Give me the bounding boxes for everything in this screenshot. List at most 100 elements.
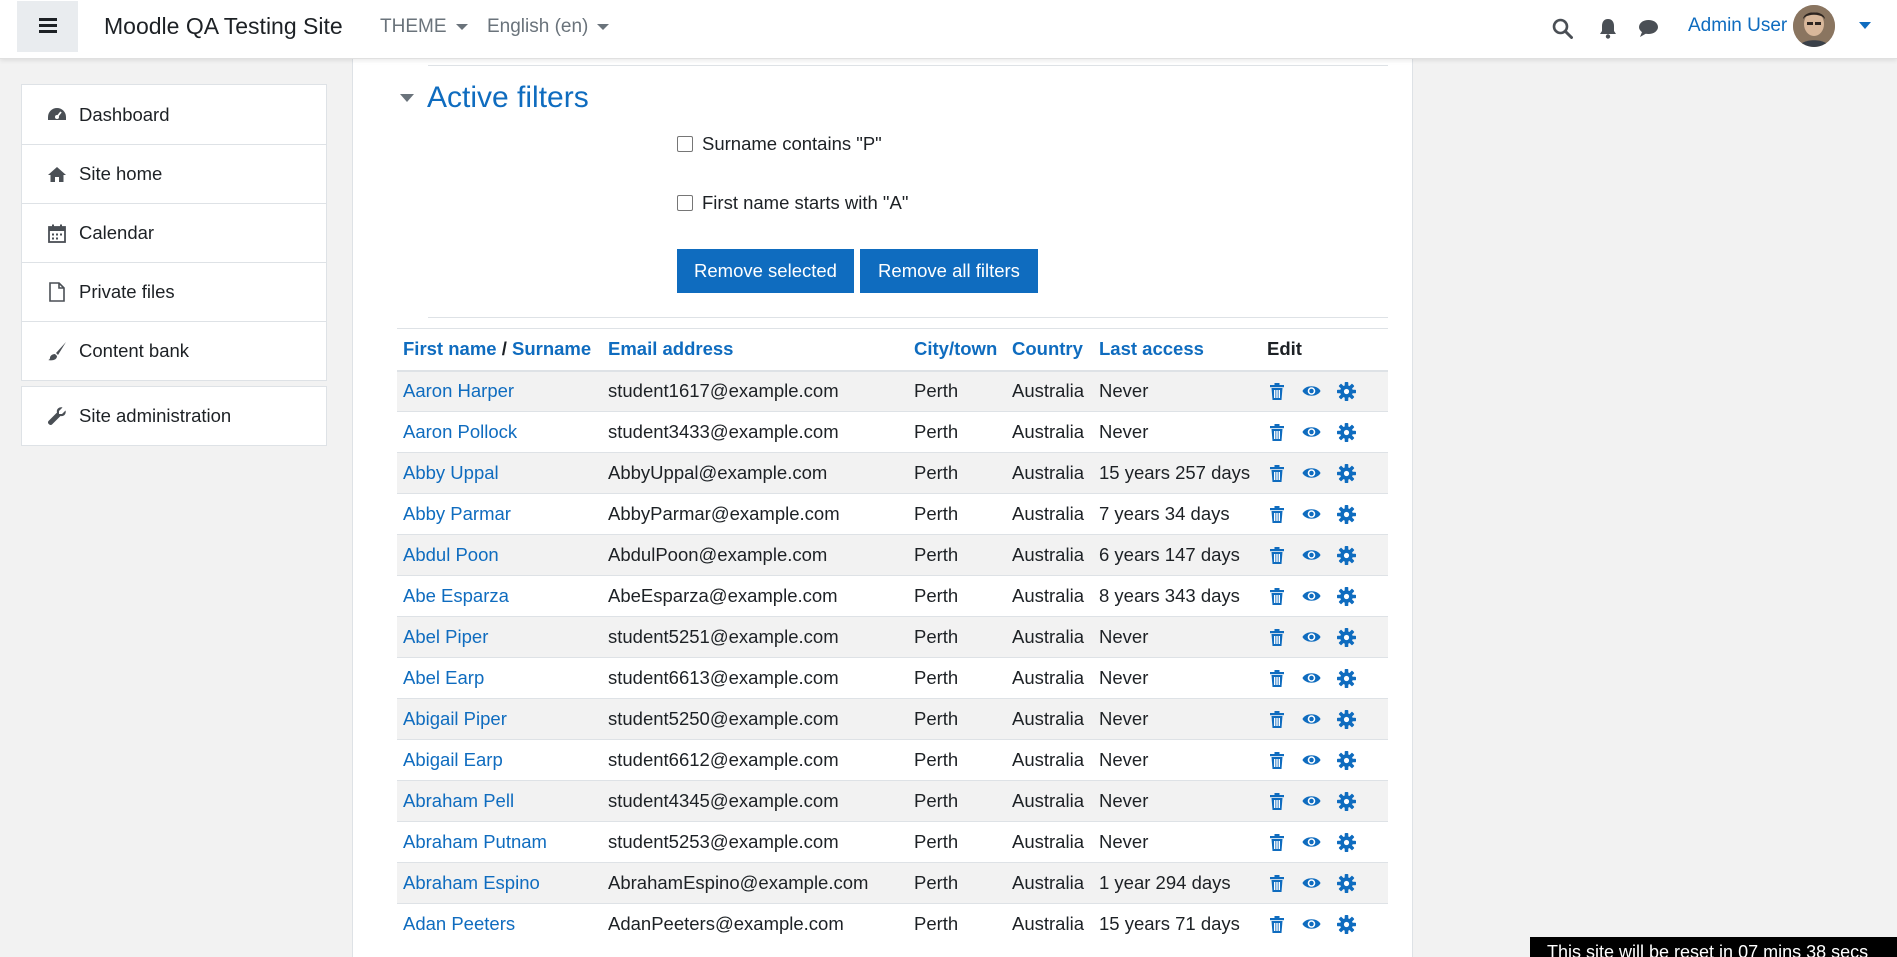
gear-icon[interactable]	[1337, 545, 1356, 565]
gear-icon[interactable]	[1337, 873, 1356, 893]
filter-item-surname[interactable]: Surname contains "P"	[677, 133, 882, 155]
notification-bell-icon[interactable]	[1596, 16, 1620, 40]
eye-icon[interactable]	[1302, 587, 1321, 606]
gear-icon[interactable]	[1337, 668, 1356, 688]
drawer-toggle-button[interactable]	[17, 1, 78, 52]
user-name-link[interactable]: Abraham Espino	[397, 862, 602, 904]
sort-surname-link[interactable]: Surname	[512, 338, 591, 359]
user-name-link[interactable]: Abe Esparza	[397, 575, 602, 617]
trash-icon[interactable]	[1267, 546, 1286, 565]
site-name-link[interactable]: Moodle QA Testing Site	[104, 13, 343, 40]
eye-icon[interactable]	[1302, 505, 1321, 524]
user-name-link[interactable]: Abby Parmar	[397, 493, 602, 535]
trash-icon[interactable]	[1267, 587, 1286, 606]
eye-icon[interactable]	[1302, 669, 1321, 688]
sidebar-item-content-bank[interactable]: Content bank	[22, 321, 326, 380]
messages-icon[interactable]	[1636, 16, 1660, 40]
trash-icon[interactable]	[1267, 751, 1286, 770]
gear-icon[interactable]	[1337, 586, 1356, 606]
trash-icon[interactable]	[1267, 669, 1286, 688]
filter-item-firstname[interactable]: First name starts with "A"	[677, 192, 908, 214]
gear-icon[interactable]	[1337, 504, 1356, 524]
user-last-access: 1 year 294 days	[1093, 862, 1261, 904]
eye-icon[interactable]	[1302, 628, 1321, 647]
edit-actions	[1261, 411, 1388, 453]
sort-email-link[interactable]: Email address	[602, 328, 908, 372]
trash-icon[interactable]	[1267, 382, 1286, 401]
sidebar-item-calendar[interactable]: Calendar	[22, 203, 326, 262]
user-last-access: Never	[1093, 821, 1261, 863]
user-name-link[interactable]: Aaron Harper	[397, 370, 602, 412]
eye-icon[interactable]	[1302, 874, 1321, 893]
gear-icon[interactable]	[1337, 709, 1356, 729]
user-city: Perth	[908, 739, 1006, 781]
user-email: student5250@example.com	[602, 698, 908, 740]
trash-icon[interactable]	[1267, 505, 1286, 524]
user-name-link[interactable]: Aaron Pollock	[397, 411, 602, 453]
remove-selected-button[interactable]: Remove selected	[677, 249, 854, 293]
sidebar-item-site-administration[interactable]: Site administration	[22, 387, 326, 445]
eye-icon[interactable]	[1302, 751, 1321, 770]
sort-last-access-link[interactable]: Last access	[1093, 328, 1261, 372]
gear-icon[interactable]	[1337, 381, 1356, 401]
filter-checkbox[interactable]	[677, 195, 693, 211]
table-row: Abby Uppal AbbyUppal@example.com Perth Aust…	[397, 452, 1388, 494]
top-navbar: Moodle QA Testing Site THEME English (en…	[0, 0, 1897, 59]
eye-icon[interactable]	[1302, 833, 1321, 852]
user-city: Perth	[908, 821, 1006, 863]
user-menu-chevron-icon[interactable]	[1859, 22, 1871, 29]
user-city: Perth	[908, 780, 1006, 822]
active-filters-toggle[interactable]: Active filters	[400, 81, 589, 115]
language-dropdown[interactable]: English (en)	[487, 16, 610, 38]
trash-icon[interactable]	[1267, 464, 1286, 483]
remove-all-filters-button[interactable]: Remove all filters	[860, 249, 1038, 293]
user-country: Australia	[1006, 616, 1093, 658]
gear-icon[interactable]	[1337, 627, 1356, 647]
user-name-link[interactable]: Abigail Earp	[397, 739, 602, 781]
eye-icon[interactable]	[1302, 423, 1321, 442]
user-name-link[interactable]: Abby Uppal	[397, 452, 602, 494]
trash-icon[interactable]	[1267, 423, 1286, 442]
user-menu-name[interactable]: Admin User	[1688, 15, 1787, 37]
gear-icon[interactable]	[1337, 422, 1356, 442]
eye-icon[interactable]	[1302, 464, 1321, 483]
gear-icon[interactable]	[1337, 750, 1356, 770]
sidebar-item-dashboard[interactable]: Dashboard	[22, 85, 326, 144]
trash-icon[interactable]	[1267, 792, 1286, 811]
avatar[interactable]	[1793, 5, 1835, 47]
gear-icon[interactable]	[1337, 463, 1356, 483]
user-name-link[interactable]: Abigail Piper	[397, 698, 602, 740]
gear-icon[interactable]	[1337, 791, 1356, 811]
user-last-access: 15 years 71 days	[1093, 903, 1261, 945]
sort-city-link[interactable]: City/town	[908, 328, 1006, 372]
trash-icon[interactable]	[1267, 874, 1286, 893]
active-filters-heading: Active filters	[427, 81, 589, 114]
sort-first-name-link[interactable]: First name	[403, 338, 497, 359]
trash-icon[interactable]	[1267, 833, 1286, 852]
user-name-link[interactable]: Adan Peeters	[397, 903, 602, 945]
eye-icon[interactable]	[1302, 710, 1321, 729]
users-table: First name / Surname Email address City/…	[397, 328, 1388, 945]
sidebar-item-private-files[interactable]: Private files	[22, 262, 326, 321]
gear-icon[interactable]	[1337, 832, 1356, 852]
filter-checkbox[interactable]	[677, 136, 693, 152]
eye-icon[interactable]	[1302, 382, 1321, 401]
sidebar-item-site-home[interactable]: Site home	[22, 144, 326, 203]
eye-icon[interactable]	[1302, 546, 1321, 565]
eye-icon[interactable]	[1302, 792, 1321, 811]
trash-icon[interactable]	[1267, 915, 1286, 934]
eye-icon[interactable]	[1302, 915, 1321, 934]
table-row: Abel Piper student5251@example.com Perth Au…	[397, 616, 1388, 658]
user-name-link[interactable]: Abel Earp	[397, 657, 602, 699]
user-name-link[interactable]: Abraham Pell	[397, 780, 602, 822]
theme-dropdown[interactable]: THEME	[380, 16, 468, 38]
trash-icon[interactable]	[1267, 710, 1286, 729]
search-icon[interactable]	[1550, 16, 1574, 40]
sort-country-link[interactable]: Country	[1006, 328, 1093, 372]
user-name-link[interactable]: Abel Piper	[397, 616, 602, 658]
user-name-link[interactable]: Abdul Poon	[397, 534, 602, 576]
gear-icon[interactable]	[1337, 914, 1356, 934]
trash-icon[interactable]	[1267, 628, 1286, 647]
user-email: student3433@example.com	[602, 411, 908, 453]
user-name-link[interactable]: Abraham Putnam	[397, 821, 602, 863]
